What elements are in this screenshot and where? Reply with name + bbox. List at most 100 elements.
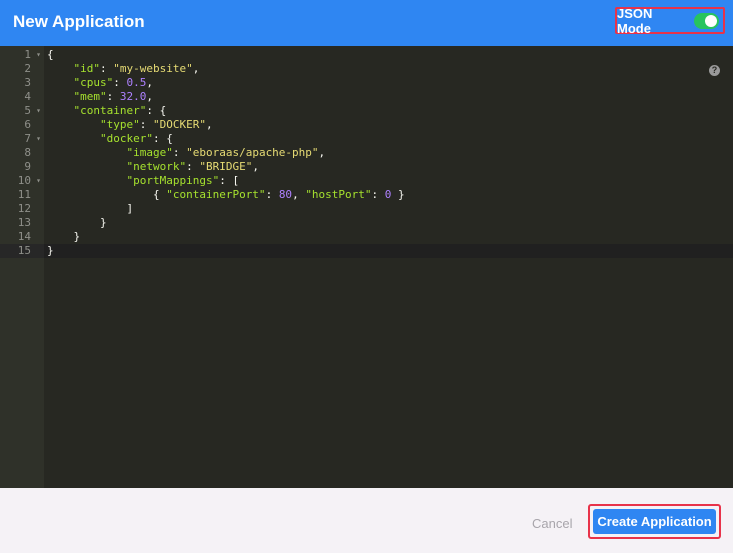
line-number: 9 xyxy=(0,160,44,174)
line-number: 6 xyxy=(0,118,44,132)
line-number: 11 xyxy=(0,188,44,202)
code-token: : { xyxy=(146,104,167,117)
code-token: , xyxy=(318,146,326,159)
code-line[interactable]: { "containerPort": 80, "hostPort": 0 } xyxy=(44,188,733,202)
json-mode-toggle[interactable]: JSON Mode xyxy=(615,5,725,36)
line-number-text: 6 xyxy=(24,118,31,131)
fold-arrow-icon[interactable]: ▾ xyxy=(36,48,41,62)
line-number-text: 3 xyxy=(24,76,31,89)
code-token: : xyxy=(172,146,187,159)
create-application-button[interactable]: Create Application xyxy=(593,509,716,534)
code-token: : xyxy=(265,188,279,201)
line-number: 1 ▾ xyxy=(0,48,44,62)
code-token: "id" xyxy=(73,62,101,75)
code-line[interactable]: } xyxy=(44,230,733,244)
line-number: 10 ▾ xyxy=(0,174,44,188)
code-token: "portMappings" xyxy=(126,174,220,187)
json-editor[interactable]: 1 ▾ 2 3 4 5 ▾ 6 7 ▾ 8 9 10 ▾ 11 12 13 14 15 { "id": "my-we… xyxy=(0,46,733,488)
create-application-highlight: Create Application xyxy=(588,504,721,539)
code-token: { xyxy=(47,48,54,61)
cancel-button[interactable]: Cancel xyxy=(532,516,572,531)
code-token: "container" xyxy=(73,104,147,117)
code-token: 0.5 xyxy=(126,76,147,89)
code-line[interactable]: { xyxy=(44,48,733,62)
editor-gutter: 1 ▾ 2 3 4 5 ▾ 6 7 ▾ 8 9 10 ▾ 11 12 13 14 15 xyxy=(0,46,44,488)
code-line[interactable]: } xyxy=(44,216,733,230)
line-number-text: 14 xyxy=(17,230,31,243)
code-token: "docker" xyxy=(99,132,153,145)
line-number-text: 5 xyxy=(24,104,31,117)
code-token: : xyxy=(186,160,200,173)
code-token: , xyxy=(292,188,306,201)
line-number-text: 13 xyxy=(17,216,31,229)
code-token: "DOCKER" xyxy=(152,118,206,131)
code-token: { xyxy=(47,188,167,201)
code-token: ] xyxy=(47,202,134,215)
question-icon[interactable]: ? xyxy=(709,65,720,76)
code-token: : xyxy=(113,76,127,89)
line-number-text: 8 xyxy=(24,146,31,159)
line-number-text: 2 xyxy=(24,62,31,75)
line-number: 4 xyxy=(0,90,44,104)
code-token: } xyxy=(391,188,405,201)
line-number: 13 xyxy=(0,216,44,230)
line-number-text: 7 xyxy=(24,132,31,145)
modal-header: New Application JSON Mode xyxy=(0,0,733,46)
code-line[interactable]: "image": "eboraas/apache-php", xyxy=(44,146,733,160)
json-mode-label: JSON Mode xyxy=(617,5,653,36)
code-line[interactable]: "portMappings": [ xyxy=(44,174,733,188)
code-token: 32.0 xyxy=(119,90,147,103)
line-number-text: 9 xyxy=(24,160,31,173)
code-line[interactable]: } xyxy=(44,244,733,258)
code-token: "BRIDGE" xyxy=(199,160,253,173)
code-line[interactable]: "type": "DOCKER", xyxy=(44,118,733,132)
code-token: "eboraas/apache-php" xyxy=(186,146,319,159)
code-line[interactable]: "network": "BRIDGE", xyxy=(44,160,733,174)
editor-code-area[interactable]: { "id": "my-website", "cpus": 0.5, "mem"… xyxy=(44,46,733,488)
code-token: 80 xyxy=(278,188,293,201)
code-line[interactable]: "cpus": 0.5, xyxy=(44,76,733,90)
code-token: : xyxy=(139,118,153,131)
modal-title: New Application xyxy=(13,12,145,31)
fold-arrow-icon[interactable]: ▾ xyxy=(36,104,41,118)
code-token: "image" xyxy=(126,146,173,159)
code-token: "my-website" xyxy=(113,62,193,75)
line-number: 5 ▾ xyxy=(0,104,44,118)
line-number-text: 11 xyxy=(17,188,31,201)
line-number: 14 xyxy=(0,230,44,244)
code-token: "type" xyxy=(99,118,140,131)
code-token: , xyxy=(252,160,259,173)
line-number-text: 10 xyxy=(17,174,31,187)
line-number-text: 4 xyxy=(24,90,31,103)
code-line[interactable]: "container": { xyxy=(44,104,733,118)
code-token: : xyxy=(100,62,114,75)
code-token: , xyxy=(146,76,153,89)
code-token: } xyxy=(47,244,54,257)
code-token: "network" xyxy=(126,160,187,173)
line-number: 7 ▾ xyxy=(0,132,44,146)
code-line[interactable]: "id": "my-website", xyxy=(44,62,733,76)
json-mode-switch[interactable] xyxy=(694,12,719,29)
switch-knob xyxy=(705,14,717,27)
line-number: 15 xyxy=(0,244,44,258)
line-number-text: 12 xyxy=(17,202,31,215)
code-token: , xyxy=(205,118,213,131)
fold-arrow-icon[interactable]: ▾ xyxy=(36,174,41,188)
fold-arrow-icon[interactable]: ▾ xyxy=(36,132,41,146)
line-number: 2 xyxy=(0,62,44,76)
modal-footer: Cancel Create Application xyxy=(0,488,733,553)
line-number-text: 15 xyxy=(17,244,31,257)
code-line[interactable]: "docker": { xyxy=(44,132,733,146)
code-token: "cpus" xyxy=(73,76,114,89)
code-line[interactable]: "mem": 32.0, xyxy=(44,90,733,104)
code-token: "containerPort" xyxy=(166,188,266,201)
code-line[interactable]: ] xyxy=(44,202,733,216)
